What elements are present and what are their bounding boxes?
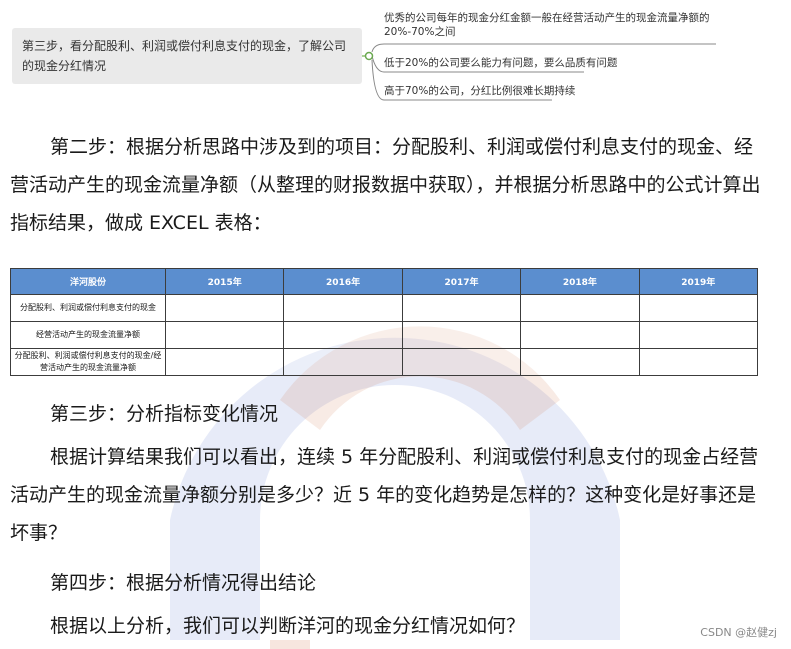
table-cell <box>164 294 285 322</box>
step3-paragraph: 根据计算结果我们可以看出，连续 5 年分配股利、利润或偿付利息支付的现金占经营活… <box>10 446 759 544</box>
table-header-row: 洋河股份 2015年 2016年 2017年 2018年 2019年 <box>10 268 759 295</box>
table-row: 经营活动产生的现金流量净额 <box>10 321 759 349</box>
table-cell <box>164 348 285 376</box>
table-cell <box>520 348 640 376</box>
table-cell <box>638 321 759 349</box>
table-cell <box>164 321 285 349</box>
table-cell <box>283 321 403 349</box>
table-header-2016: 2016年 <box>283 268 403 295</box>
mindmap-branch-3: 高于70%的公司，分红比例很难长期持续 <box>384 85 576 97</box>
mindmap-node: 第三步，看分配股利、利润或偿付利息支付的现金，了解公司的现金分红情况 <box>12 28 362 84</box>
table-row: 分配股利、利润或偿付利息支付的现金 <box>10 294 759 322</box>
table-cell <box>401 348 522 376</box>
table-row: 分配股利、利润或偿付利息支付的现金/经营活动产生的现金流量净额 <box>10 348 759 376</box>
conclusion-question: 根据以上分析，我们可以判断洋河的现金分红情况如何？ <box>50 615 526 637</box>
indicator-table: 洋河股份 2015年 2016年 2017年 2018年 2019年 分配股利、… <box>10 268 759 376</box>
mindmap-branch-2: 低于20%的公司要么能力有问题，要么品质有问题 <box>384 57 618 69</box>
mindmap-branch-1: 优秀的公司每年的现金分红金额一般在经营活动产生的现金流量净额的20%-70%之间 <box>384 12 710 38</box>
row-label-operating-cashflow: 经营活动产生的现金流量净额 <box>10 321 166 349</box>
step4-heading: 第四步：根据分析情况得出结论 <box>50 572 317 594</box>
table-header-company: 洋河股份 <box>10 268 166 295</box>
table-cell <box>283 294 403 322</box>
table-header-2018: 2018年 <box>520 268 640 295</box>
table-cell <box>401 321 522 349</box>
table-header-2015: 2015年 <box>164 268 285 295</box>
table-header-2017: 2017年 <box>401 268 522 295</box>
csdn-watermark-text: CSDN @赵健zj <box>700 626 777 639</box>
step3-heading: 第三步：分析指标变化情况 <box>50 403 279 425</box>
table-cell <box>283 348 403 376</box>
table-cell <box>520 321 640 349</box>
table-cell <box>520 294 640 322</box>
table-cell <box>638 294 759 322</box>
table-cell <box>638 348 759 376</box>
table-cell <box>401 294 522 322</box>
row-label-ratio: 分配股利、利润或偿付利息支付的现金/经营活动产生的现金流量净额 <box>10 348 166 376</box>
table-header-2019: 2019年 <box>638 268 759 295</box>
step2-paragraph: 第二步：根据分析思路中涉及到的项目：分配股利、利润或偿付利息支付的现金、经营活动… <box>10 136 761 234</box>
row-label-dividends: 分配股利、利润或偿付利息支付的现金 <box>10 294 166 322</box>
